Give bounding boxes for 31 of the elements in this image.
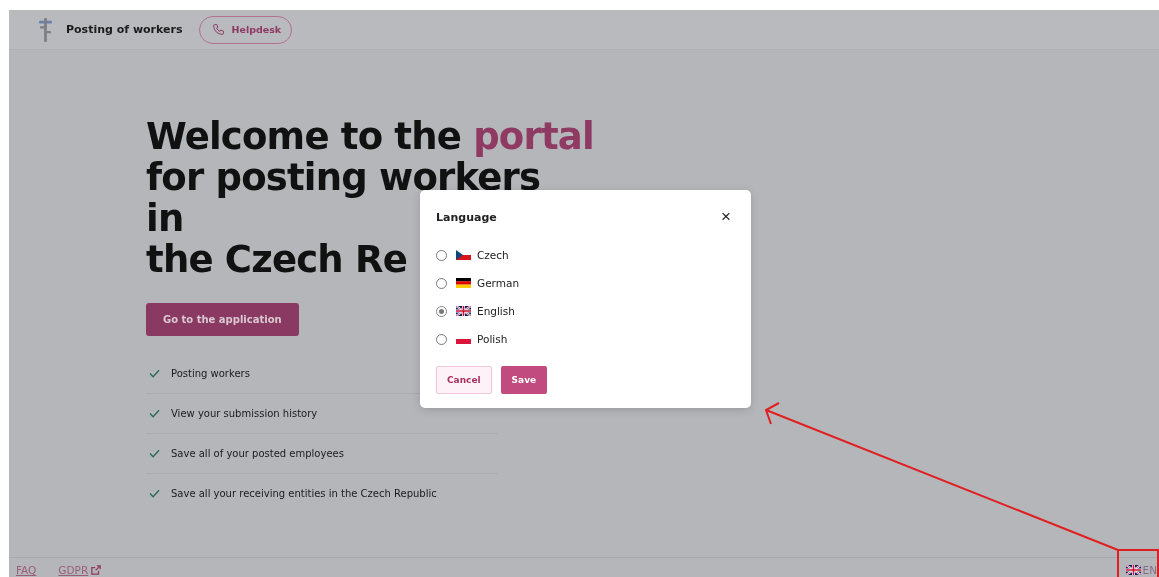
british-flag-icon — [456, 306, 471, 316]
check-icon — [149, 489, 160, 498]
feature-text: Posting workers — [171, 368, 250, 379]
save-button[interactable]: Save — [500, 366, 548, 394]
german-flag-icon — [456, 278, 471, 288]
close-button[interactable]: × — [717, 208, 735, 226]
language-option: Polish — [477, 333, 508, 345]
site-title: Posting of workers — [66, 23, 183, 36]
heading-line: in — [146, 198, 184, 239]
feature-text: View your submission history — [171, 408, 318, 419]
radio-button[interactable] — [436, 305, 447, 317]
language-option: English — [477, 305, 515, 317]
footer-link[interactable]: GDPR — [58, 563, 102, 577]
check-icon — [149, 449, 160, 458]
heading-line: Welcome to the portal — [146, 116, 594, 157]
cancel-button[interactable]: Cancel — [436, 366, 492, 394]
go-to-application-button[interactable]: Go to the application — [146, 303, 299, 336]
czech-flag-icon — [456, 250, 471, 260]
heading-line: for posting workers — [146, 157, 541, 198]
check-icon — [149, 369, 160, 378]
feature-text: Save all of your posted employees — [171, 448, 344, 459]
footer-link[interactable]: FAQ — [16, 563, 37, 577]
signpost-logo-icon — [38, 17, 53, 42]
language-option: Czech — [477, 249, 509, 261]
phone-icon — [211, 23, 225, 36]
check-icon — [149, 409, 160, 418]
heading-line: the Czech Re — [146, 239, 407, 280]
british-flag-icon — [1125, 565, 1141, 575]
language-option: German — [477, 277, 520, 289]
feature-text: Save all your receiving entities in the Czech Republic — [171, 488, 437, 499]
dialog-title: Language — [436, 210, 497, 224]
